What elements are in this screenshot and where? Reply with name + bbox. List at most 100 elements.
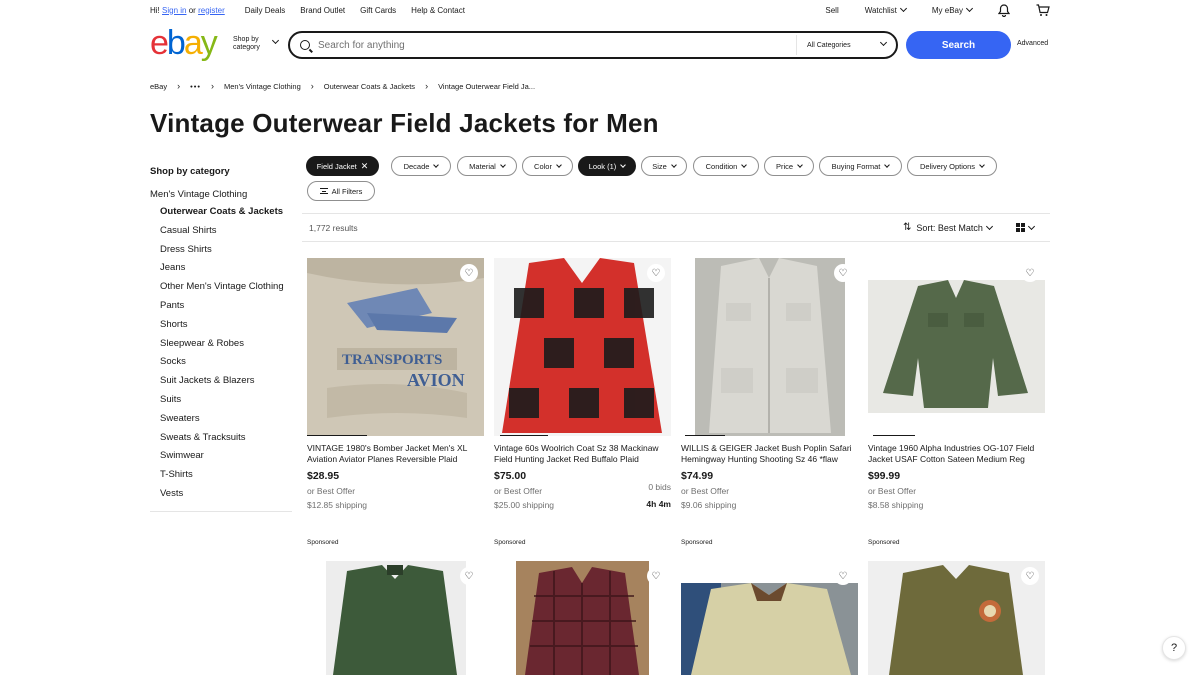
listing-card[interactable]: ♡ Vintage 60s Woolrich Coat Sz 38 Mackin… — [494, 258, 671, 546]
chevron-right-icon: › — [425, 81, 429, 91]
watchlist-heart-icon[interactable]: ♡ — [460, 567, 478, 585]
listing-card[interactable]: ♡ — [868, 561, 1045, 675]
sort-dropdown[interactable]: ⇅ Sort: Best Match — [903, 222, 993, 233]
sponsored-label: Sponsored — [307, 539, 339, 546]
sell-link[interactable]: Sell — [825, 6, 838, 15]
view-toggle[interactable] — [1016, 222, 1036, 232]
watchlist-heart-icon[interactable]: ♡ — [834, 264, 852, 282]
sidebar-item-other[interactable]: Other Men's Vintage Clothing — [150, 281, 292, 292]
watchlist-menu[interactable]: Watchlist — [865, 4, 907, 15]
sidebar-item-outerwear[interactable]: Outerwear Coats & Jackets — [150, 206, 292, 217]
sidebar-item-sweaters[interactable]: Sweaters — [150, 413, 292, 424]
listing-best-offer: or Best Offer — [494, 486, 543, 496]
chevron-right-icon: › — [177, 81, 181, 91]
listing-image[interactable]: ♡ — [868, 561, 1045, 675]
filter-delivery-options[interactable]: Delivery Options — [907, 156, 997, 176]
breadcrumb-more-button[interactable]: ••• — [190, 82, 201, 91]
grid-view-icon — [1016, 223, 1025, 232]
logo-letter-y: y — [200, 24, 218, 62]
sidebar-item-jeans[interactable]: Jeans — [150, 262, 292, 273]
watchlist-heart-icon[interactable]: ♡ — [647, 567, 665, 585]
cart-icon[interactable] — [1036, 3, 1050, 17]
listing-price: $28.95 — [307, 470, 340, 482]
breadcrumb-mens-vintage-clothing[interactable]: Men's Vintage Clothing — [224, 82, 301, 91]
filter-buying-format[interactable]: Buying Format — [819, 156, 902, 176]
close-icon[interactable]: ✕ — [361, 161, 369, 172]
filter-color-label: Color — [534, 161, 552, 171]
sidebar-item-suits[interactable]: Suits — [150, 394, 292, 405]
breadcrumb-outerwear[interactable]: Outerwear Coats & Jackets — [324, 82, 415, 91]
listing-title[interactable]: WILLIS & GEIGER Jacket Bush Poplin Safar… — [681, 443, 858, 465]
category-select-value: All Categories — [807, 41, 851, 49]
daily-deals-link[interactable]: Daily Deals — [245, 6, 285, 15]
filter-price[interactable]: Price — [764, 156, 814, 176]
search-input[interactable] — [318, 39, 788, 51]
help-button[interactable]: ? — [1162, 636, 1186, 660]
watchlist-heart-icon[interactable]: ♡ — [1021, 567, 1039, 585]
sidebar-item-suit-jackets[interactable]: Suit Jackets & Blazers — [150, 375, 292, 386]
filter-decade[interactable]: Decade — [391, 156, 451, 176]
breadcrumb-ebay[interactable]: eBay — [150, 82, 167, 91]
sidebar-item-dress-shirts[interactable]: Dress Shirts — [150, 244, 292, 255]
filter-material[interactable]: Material — [457, 156, 517, 176]
sponsored-label: Sponsored — [494, 539, 526, 546]
filter-look[interactable]: Look (1) — [578, 156, 636, 176]
listing-image[interactable]: TRANSPORTS AVION ♡ — [307, 258, 484, 436]
listing-card[interactable]: TRANSPORTS AVION ♡ VINTAGE 1980's Bomber… — [307, 258, 484, 546]
gift-cards-link[interactable]: Gift Cards — [360, 6, 396, 15]
greeting: Hi! Sign in or register — [150, 6, 225, 15]
listing-card[interactable]: ♡ — [681, 561, 858, 675]
notification-bell-icon[interactable] — [998, 3, 1010, 17]
my-ebay-menu[interactable]: My eBay — [932, 4, 974, 15]
watchlist-heart-icon[interactable]: ♡ — [834, 567, 852, 585]
listing-image[interactable]: ♡ — [307, 561, 484, 675]
logo-letter-e: e — [150, 24, 169, 62]
filter-field-jacket-active[interactable]: Field Jacket ✕ — [306, 156, 379, 176]
help-contact-link[interactable]: Help & Contact — [411, 6, 465, 15]
sidebar-item-pants[interactable]: Pants — [150, 300, 292, 311]
filter-color[interactable]: Color — [522, 156, 573, 176]
filter-condition[interactable]: Condition — [693, 156, 759, 176]
category-select[interactable]: All Categories — [796, 35, 896, 55]
listing-image[interactable]: ♡ — [494, 258, 671, 436]
chevron-down-icon — [556, 162, 562, 168]
listing-title[interactable]: VINTAGE 1980's Bomber Jacket Men's XL Av… — [307, 443, 484, 465]
watchlist-heart-icon[interactable]: ♡ — [460, 264, 478, 282]
chevron-down-icon — [879, 38, 888, 47]
listing-title[interactable]: Vintage 60s Woolrich Coat Sz 38 Mackinaw… — [494, 443, 671, 465]
ebay-logo[interactable]: ebay — [150, 26, 218, 60]
sidebar-item-swimwear[interactable]: Swimwear — [150, 450, 292, 461]
sign-in-link[interactable]: Sign in — [162, 6, 186, 15]
watchlist-heart-icon[interactable]: ♡ — [647, 264, 665, 282]
category-label: category — [233, 44, 260, 51]
listing-image[interactable]: ♡ — [494, 561, 671, 675]
listing-image-graphic — [868, 561, 1045, 675]
all-filters-button[interactable]: All Filters — [307, 181, 375, 201]
listing-card[interactable]: ♡ Vintage 1960 Alpha Industries OG-107 F… — [868, 258, 1045, 546]
chevron-right-icon: › — [310, 81, 314, 91]
sidebar-item-tshirts[interactable]: T-Shirts — [150, 469, 292, 480]
sidebar-item-sweats[interactable]: Sweats & Tracksuits — [150, 432, 292, 443]
sidebar-item-vests[interactable]: Vests — [150, 488, 292, 499]
advanced-search-link[interactable]: Advanced — [1017, 40, 1048, 47]
search-button[interactable]: Search — [906, 31, 1011, 59]
listing-image[interactable]: ♡ — [868, 258, 1045, 436]
brand-outlet-link[interactable]: Brand Outlet — [300, 6, 345, 15]
listing-card[interactable]: ♡ WILLIS & GEIGER Jacket Bush Poplin Saf… — [681, 258, 858, 546]
listing-image[interactable]: ♡ — [681, 561, 858, 675]
watchlist-heart-icon[interactable]: ♡ — [1021, 264, 1039, 282]
listing-card[interactable]: ♡ — [307, 561, 484, 675]
sidebar-item-sleepwear[interactable]: Sleepwear & Robes — [150, 338, 292, 349]
sidebar-parent-category[interactable]: Men's Vintage Clothing — [150, 189, 292, 200]
shop-by-category-button[interactable]: Shop by category — [233, 36, 280, 52]
svg-text:TRANSPORTS: TRANSPORTS — [342, 352, 442, 368]
filter-size[interactable]: Size — [641, 156, 687, 176]
listing-image[interactable]: ♡ — [681, 258, 858, 436]
listing-price: $74.99 — [681, 470, 714, 482]
sidebar-item-casual-shirts[interactable]: Casual Shirts — [150, 225, 292, 236]
sidebar-item-shorts[interactable]: Shorts — [150, 319, 292, 330]
register-link[interactable]: register — [198, 6, 225, 15]
sidebar-item-socks[interactable]: Socks — [150, 356, 292, 367]
listing-card[interactable]: ♡ — [494, 561, 671, 675]
listing-title[interactable]: Vintage 1960 Alpha Industries OG-107 Fie… — [868, 443, 1045, 465]
